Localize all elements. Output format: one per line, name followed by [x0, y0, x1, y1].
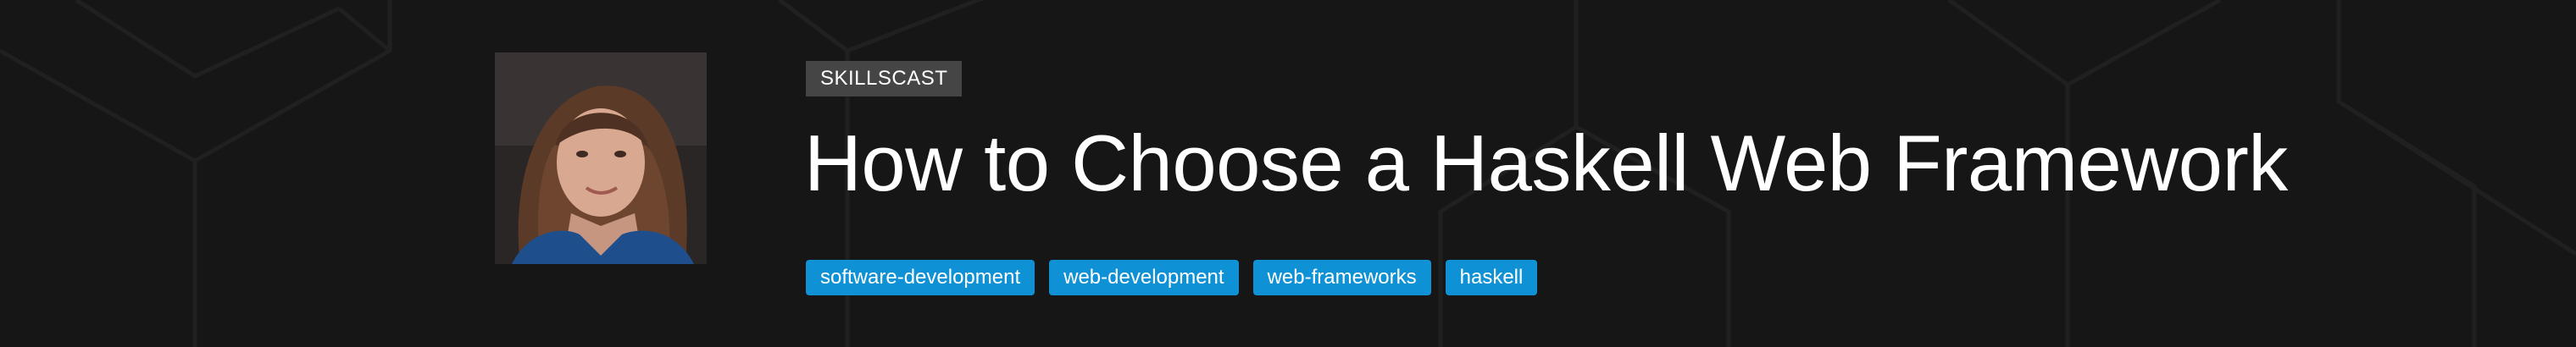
- tag-list: software-development web-development web…: [806, 260, 1538, 295]
- hero-banner: SKILLSCAST How to Choose a Haskell Web F…: [0, 0, 2576, 347]
- speaker-photo: [495, 52, 707, 264]
- tag-web-development[interactable]: web-development: [1049, 260, 1239, 295]
- tag-web-frameworks[interactable]: web-frameworks: [1252, 260, 1431, 295]
- skillscast-badge: SKILLSCAST: [806, 61, 963, 96]
- tag-software-development[interactable]: software-development: [806, 260, 1035, 295]
- page-title: How to Choose a Haskell Web Framework: [804, 118, 2288, 207]
- speaker-avatar: [495, 52, 707, 264]
- tag-haskell[interactable]: haskell: [1445, 260, 1538, 295]
